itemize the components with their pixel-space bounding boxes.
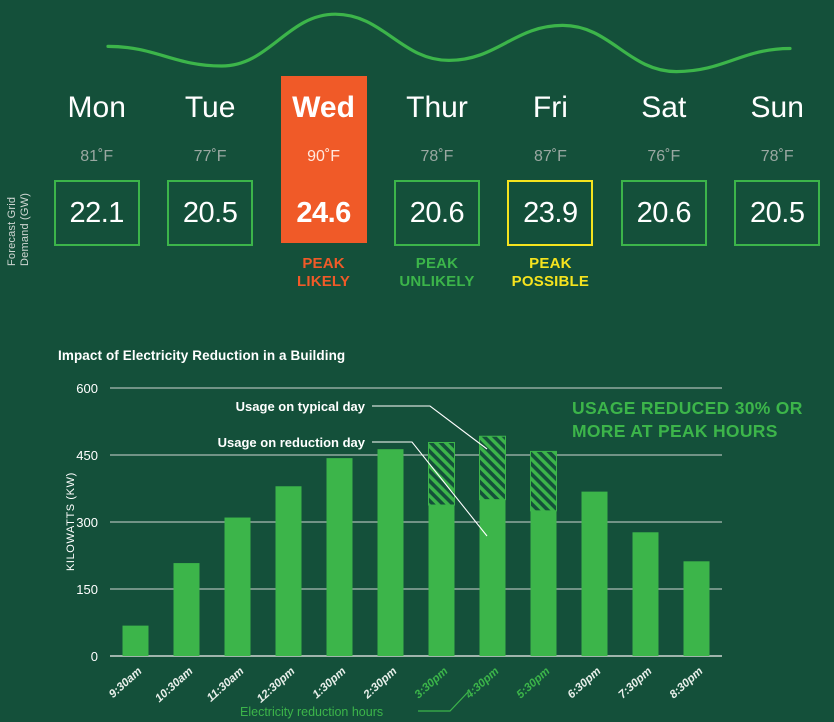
day-temperature: 90˚F [307, 148, 340, 165]
forecast-day-content: Wed 90˚F 24.6 PEAK LIKELY [267, 88, 380, 291]
x-axis-tick-6:30pm: 6:30pm [566, 665, 604, 701]
day-demand-value: 20.5 [734, 180, 821, 246]
x-axis-tick-2:30pm: 2:30pm [361, 665, 400, 702]
y-axis-tick-450: 450 [76, 448, 98, 463]
x-axis-tick-4:30pm: 4:30pm [463, 665, 502, 702]
callout-line-2: MORE AT PEAK HOURS [572, 421, 778, 441]
forecast-days: Mon 81˚F 22.1 Tue 77˚F 20.5 Wed 90˚F 24.6 PEAK LIK… [40, 76, 834, 328]
annotation-typical-day: Usage on typical day [236, 399, 366, 414]
bar-3:30pm [428, 505, 455, 656]
y-axis-title: KILOWATTS (KW) [65, 472, 77, 571]
y-axis-tick-150: 150 [76, 582, 98, 597]
x-axis-tick-1:30pm: 1:30pm [311, 665, 349, 701]
day-name: Sun [750, 91, 804, 124]
bar-typical-5:30pm [530, 450, 557, 512]
forecast-day-content: Tue 77˚F 20.5 [153, 88, 266, 246]
sparkline-svg [106, 12, 792, 74]
forecast-strip: Forecast Grid Demand (GW) Mon 81˚F 22.1 Tue… [0, 76, 834, 328]
day-name: Wed [292, 91, 355, 124]
forecast-day-tue[interactable]: Tue 77˚F 20.5 [153, 88, 266, 328]
x-axis-tick-8:30pm: 8:30pm [668, 665, 706, 701]
day-name: Mon [67, 91, 126, 124]
day-peak-status-badge: PEAK LIKELY [296, 255, 351, 290]
electricity-reduction-chart: Impact of Electricity Reduction in a Bui… [0, 336, 834, 722]
bar-5:30pm [530, 510, 557, 656]
day-demand-value: 23.9 [507, 180, 594, 246]
x-axis-tick-12:30pm: 12:30pm [255, 665, 298, 705]
forecast-axis-label: Forecast Grid Demand (GW) [6, 192, 31, 266]
day-demand-value: 20.6 [620, 180, 707, 246]
forecast-day-wed[interactable]: Wed 90˚F 24.6 PEAK LIKELY [267, 76, 380, 328]
bar-9:30am [122, 625, 149, 656]
day-peak-status-badge: PEAK POSSIBLE [511, 255, 590, 290]
day-peak-status-badge: PEAK UNLIKELY [399, 255, 475, 290]
day-demand-value: 20.6 [393, 180, 480, 246]
day-temperature: 81˚F [80, 148, 114, 165]
day-name: Thur [406, 91, 468, 124]
day-temperature: 76˚F [647, 148, 681, 165]
x-axis-tick-11:30am: 11:30am [205, 665, 247, 704]
bar-10:30am [173, 563, 200, 656]
bar-2:30pm [377, 449, 404, 656]
day-name: Sat [641, 91, 687, 124]
forecast-day-content: Sun 78˚F 20.5 [721, 88, 834, 246]
annotation-reduction-day: Usage on reduction day [218, 435, 366, 450]
day-demand-value: 22.1 [53, 180, 140, 246]
bar-typical-3:30pm [428, 441, 455, 506]
x-axis-tick-3:30pm: 3:30pm [413, 665, 451, 701]
forecast-day-mon[interactable]: Mon 81˚F 22.1 [40, 88, 153, 328]
forecast-day-fri[interactable]: Fri 87˚F 23.9 PEAK POSSIBLE [494, 88, 607, 328]
day-temperature: 78˚F [420, 148, 454, 165]
callout-line-1: USAGE REDUCED 30% OR [572, 398, 803, 418]
bar-8:30pm [683, 561, 710, 656]
annotation-reduction-hours: Electricity reduction hours [240, 705, 383, 719]
day-temperature: 77˚F [193, 148, 227, 165]
forecast-day-thur[interactable]: Thur 78˚F 20.6 PEAK UNLIKELY [380, 88, 493, 328]
bar-6:30pm [581, 491, 608, 656]
x-axis-tick-9:30am: 9:30am [107, 665, 144, 700]
bar-11:30am [224, 517, 251, 656]
forecast-day-sun[interactable]: Sun 78˚F 20.5 [721, 88, 834, 328]
day-name: Tue [184, 91, 236, 124]
bar-1:30pm [326, 458, 353, 656]
day-temperature: 78˚F [760, 148, 794, 165]
forecast-day-content: Fri 87˚F 23.9 PEAK POSSIBLE [494, 88, 607, 291]
forecast-sparkline [0, 0, 834, 92]
x-axis-tick-5:30pm: 5:30pm [515, 665, 553, 701]
forecast-day-sat[interactable]: Sat 76˚F 20.6 [607, 88, 720, 328]
y-axis-tick-300: 300 [76, 515, 98, 530]
forecast-day-content: Mon 81˚F 22.1 [40, 88, 153, 246]
day-demand-value: 24.6 [296, 196, 351, 229]
sparkline-path [106, 12, 792, 74]
x-axis-tick-10:30am: 10:30am [153, 665, 195, 705]
x-axis-tick-7:30pm: 7:30pm [617, 665, 655, 701]
forecast-day-content: Thur 78˚F 20.6 PEAK UNLIKELY [380, 88, 493, 291]
bar-7:30pm [632, 532, 659, 656]
day-demand-value: 20.5 [167, 180, 254, 246]
infographic-root: Forecast Grid Demand (GW) Mon 81˚F 22.1 Tue… [0, 0, 834, 722]
day-name: Fri [532, 91, 568, 124]
forecast-day-content: Sat 76˚F 20.6 [607, 88, 720, 246]
chart-canvas: 0 150 300 450 600 KILOWATTS (KW) 9:30am 10:30am… [0, 336, 834, 722]
y-axis-tick-0: 0 [91, 649, 98, 664]
bar-4:30pm [479, 499, 506, 656]
y-axis-tick-600: 600 [76, 381, 98, 396]
bar-12:30pm [275, 486, 302, 656]
day-temperature: 87˚F [533, 148, 567, 165]
